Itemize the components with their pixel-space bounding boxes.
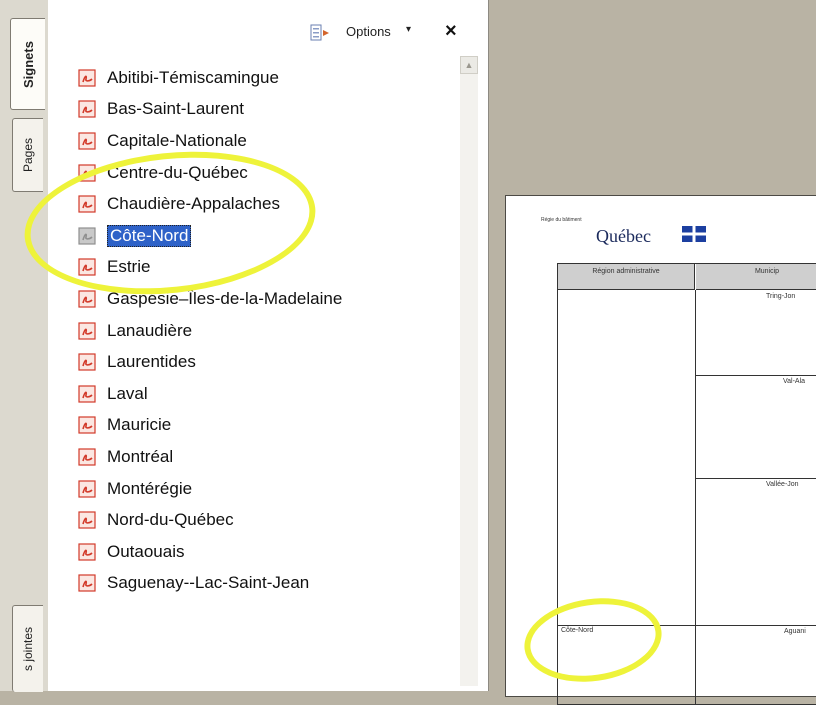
bookmark-label: Saguenay--Lac-Saint-Jean	[107, 573, 310, 593]
logo-subtitle: Régie du bâtiment	[541, 217, 582, 223]
bookmark-label: Abitibi-Témiscamingue	[107, 67, 279, 87]
bookmark-label: Montérégie	[107, 478, 193, 498]
row-divider	[695, 478, 816, 479]
pdf-icon	[78, 416, 96, 434]
pdf-icon	[78, 353, 96, 371]
pdf-icon	[78, 195, 96, 213]
bookmark-item[interactable]: Côte-Nord	[78, 220, 458, 252]
quebec-flag-icon	[682, 226, 706, 242]
bookmark-item[interactable]: Montréal	[78, 441, 458, 473]
chevron-down-icon[interactable]: ▾	[406, 24, 411, 35]
pdf-icon	[78, 290, 96, 308]
bookmark-label: Laurentides	[107, 352, 196, 372]
bookmark-label: Lanaudière	[107, 320, 193, 340]
pdf-icon	[78, 511, 96, 529]
municipality-cell: Aguani	[784, 628, 806, 635]
navigation-tab-strip: Signets Pages s jointes	[0, 0, 49, 692]
pdf-icon	[78, 100, 96, 118]
bookmark-label: Mauricie	[107, 415, 172, 435]
bookmark-label: Nord-du-Québec	[107, 510, 234, 530]
tab-signets[interactable]: Signets	[10, 18, 45, 110]
bookmark-label: Estrie	[107, 257, 151, 277]
document-page: Régie du bâtiment Québec Région administ…	[505, 195, 816, 705]
pdf-icon	[78, 385, 96, 403]
tab-attachments-label: s jointes	[21, 626, 35, 672]
bookmark-item[interactable]: Laurentides	[78, 346, 458, 378]
header-region: Région administrative	[558, 264, 695, 290]
vertical-scrollbar[interactable]	[460, 56, 478, 686]
bookmark-label: Bas-Saint-Laurent	[107, 99, 245, 119]
bookmark-item[interactable]: Chaudière-Appalaches	[78, 188, 458, 220]
bookmark-label: Côte-Nord	[107, 224, 192, 247]
pdf-icon	[78, 69, 96, 87]
region-table: Région administrative Municip Tring-Jon …	[557, 263, 816, 705]
pdf-icon	[78, 258, 96, 276]
header-municipality: Municip	[696, 264, 816, 290]
tab-pages-label: Pages	[21, 137, 35, 173]
bookmark-item[interactable]: Mauricie	[78, 410, 458, 442]
tab-pages[interactable]: Pages	[12, 118, 43, 192]
bookmark-label: Montréal	[107, 446, 174, 466]
bookmark-item[interactable]: Abitibi-Témiscamingue	[78, 62, 458, 94]
region-cell: Côte-Nord	[561, 627, 594, 634]
pdf-icon	[78, 543, 96, 561]
bookmark-label: Gaspésie–Îles-de-la-Madelaine	[107, 288, 343, 308]
municipality-cell: Val-Ala	[783, 378, 806, 385]
pdf-icon	[78, 321, 96, 340]
municipality-cell: Vallée-Jon	[766, 481, 799, 488]
municipality-cell: Tring-Jon	[766, 293, 796, 300]
bookmark-label: Centre-du-Québec	[107, 162, 248, 182]
document-view[interactable]: Régie du bâtiment Québec Région administ…	[489, 0, 816, 705]
bookmark-label: Capitale-Nationale	[107, 130, 247, 150]
row-divider	[558, 625, 816, 626]
pdf-icon	[78, 574, 96, 592]
bookmark-item[interactable]: Centre-du-Québec	[78, 157, 458, 189]
bookmark-item[interactable]: Estrie	[78, 252, 458, 284]
bookmark-item[interactable]: Saguenay--Lac-Saint-Jean	[78, 568, 458, 600]
bookmark-item[interactable]: Capitale-Nationale	[78, 125, 458, 157]
scroll-up-icon[interactable]: ▲	[460, 56, 478, 74]
options-icon[interactable]	[310, 24, 330, 42]
bookmarks-panel: Options ▾ × Abitibi-Témiscamingue Bas-Sa…	[48, 0, 536, 691]
bookmark-item[interactable]: Nord-du-Québec	[78, 504, 458, 536]
pdf-icon	[78, 132, 96, 150]
pdf-icon	[78, 163, 96, 182]
quebec-logo: Québec	[596, 226, 651, 246]
bookmark-label: Outaouais	[107, 541, 185, 561]
bookmark-item[interactable]: Montérégie	[78, 473, 458, 505]
bookmark-item[interactable]: Bas-Saint-Laurent	[78, 94, 458, 126]
pdf-icon	[78, 448, 96, 466]
row-divider	[695, 375, 816, 376]
column-divider	[695, 290, 696, 704]
panel-header: Options ▾ ×	[48, 0, 488, 52]
bookmark-label: Chaudière-Appalaches	[107, 194, 280, 214]
page-gray-icon	[78, 227, 96, 245]
bookmark-label: Laval	[107, 383, 148, 403]
close-button[interactable]: ×	[445, 20, 457, 43]
bookmark-item[interactable]: Lanaudière	[78, 315, 458, 347]
bookmark-list: Abitibi-Témiscamingue Bas-Saint-Laurent …	[78, 62, 458, 599]
bookmark-item[interactable]: Outaouais	[78, 536, 458, 568]
options-button[interactable]: Options	[346, 24, 391, 39]
tab-signets-label: Signets	[20, 40, 36, 88]
bookmark-item[interactable]: Laval	[78, 378, 458, 410]
bookmark-item[interactable]: Gaspésie–Îles-de-la-Madelaine	[78, 283, 458, 315]
tab-attachments[interactable]: s jointes	[12, 605, 43, 692]
pdf-icon	[78, 479, 96, 498]
